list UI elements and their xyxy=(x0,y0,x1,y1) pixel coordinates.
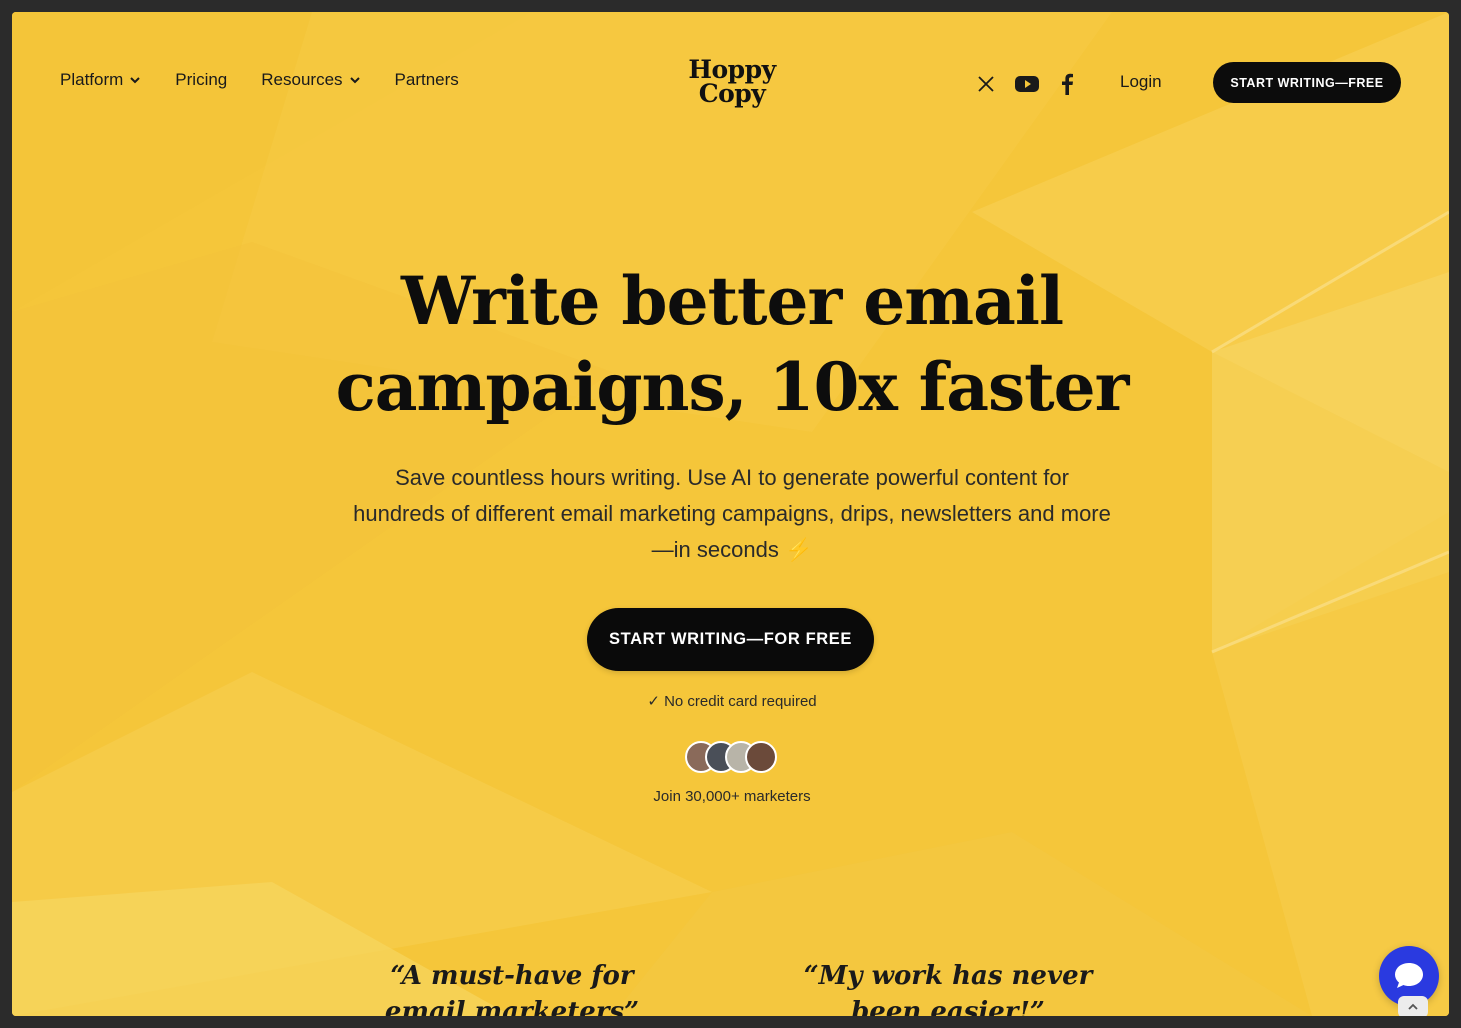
youtube-icon[interactable] xyxy=(1014,72,1040,96)
start-writing-free-button[interactable]: START WRITING—FREE xyxy=(1213,62,1401,103)
logo-line2: Copy xyxy=(698,79,766,108)
hero-title-line1: Write better email xyxy=(400,262,1064,340)
nav-pricing[interactable]: Pricing xyxy=(175,70,227,90)
nav-resources[interactable]: Resources xyxy=(261,70,360,90)
hero-title: Write better email campaigns, 10x faster xyxy=(312,258,1152,430)
hero-title-line2: campaigns, 10x faster xyxy=(335,348,1130,426)
main-nav: Platform Pricing Resources Partners xyxy=(60,70,459,90)
chevron-down-icon xyxy=(349,77,360,84)
testimonial-quote: “A must-have for email marketers” xyxy=(384,961,640,1016)
chevron-down-icon xyxy=(130,77,141,84)
logo[interactable]: Hoppy Copy xyxy=(680,57,784,108)
chat-bubble-icon xyxy=(1395,963,1423,988)
hero-subtitle-text: Save countless hours writing. Use AI to … xyxy=(353,465,1111,562)
join-marketers-text: Join 30,000+ marketers xyxy=(653,788,811,805)
x-icon[interactable] xyxy=(974,72,998,96)
no-credit-card-note: ✓ No credit card required xyxy=(647,693,817,710)
hero-subtitle: Save countless hours writing. Use AI to … xyxy=(352,460,1112,568)
lightning-icon: ⚡ xyxy=(784,537,813,562)
scroll-up-button[interactable] xyxy=(1398,996,1428,1016)
start-writing-for-free-button[interactable]: START WRITING—FOR FREE xyxy=(587,608,874,671)
chevron-up-icon xyxy=(1408,1003,1418,1010)
nav-platform[interactable]: Platform xyxy=(60,70,141,90)
nav-partners[interactable]: Partners xyxy=(395,70,459,90)
avatar xyxy=(745,741,777,773)
page-frame: Platform Pricing Resources Partners Hopp… xyxy=(12,12,1449,1016)
testimonial-quote: “My work has never been easier!” xyxy=(803,961,1093,1016)
facebook-icon[interactable] xyxy=(1056,72,1078,96)
login-link[interactable]: Login xyxy=(1120,72,1162,92)
avatar-group xyxy=(685,741,781,773)
